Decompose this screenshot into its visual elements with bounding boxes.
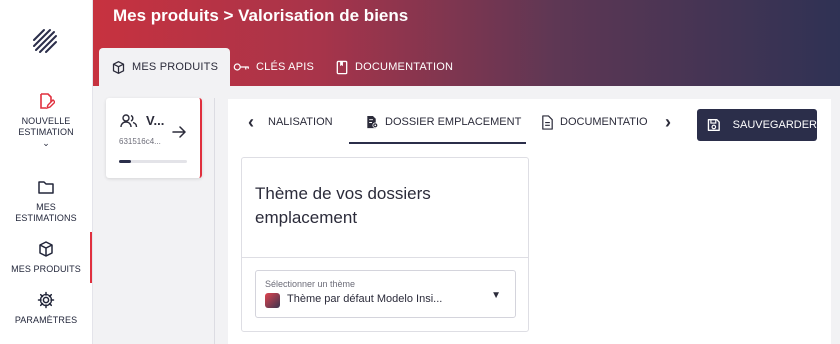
sidebar-item-label: PARAMÈTRES: [14, 315, 78, 325]
folder-icon: [38, 181, 54, 194]
product-progress-fill: [119, 160, 132, 163]
tab-mes-produits[interactable]: MES PRODUITS: [99, 48, 231, 86]
product-name: V...: [146, 113, 165, 128]
box-icon: [112, 60, 125, 74]
sidebar-item-nouvelle-estimation[interactable]: NOUVELLE ESTIMATION ⌄: [0, 92, 92, 148]
tab-personnalisation[interactable]: NALISATION: [268, 111, 338, 133]
sidebar-item-label: MES PRODUITS: [11, 264, 81, 274]
edit-doc-icon: [40, 93, 55, 110]
sidebar-item-parametres[interactable]: PARAMÈTRES: [0, 291, 92, 326]
tab-label: NALISATION: [268, 116, 333, 128]
tab-label: DOCUMENTATIO: [560, 116, 648, 128]
doc-icon: [542, 114, 553, 130]
divider: [214, 98, 215, 344]
sub-tabbar: ‹ NALISATION DOSSIER EMPLACEMENT DOCUMEN…: [228, 99, 688, 145]
sidebar-item-label: NOUVELLE: [21, 116, 71, 126]
active-indicator: [90, 232, 92, 283]
main-content: V... 631516c4... ‹ NALISATION DOSSIER EM…: [93, 86, 840, 344]
caret-down-icon: ▼: [491, 290, 501, 301]
save-icon: [707, 118, 720, 132]
product-panel: ‹ NALISATION DOSSIER EMPLACEMENT DOCUMEN…: [228, 99, 831, 344]
arrow-right-icon[interactable]: [172, 125, 186, 139]
doc-pin-icon: [367, 115, 379, 128]
chevron-left-icon[interactable]: ‹: [248, 112, 254, 133]
theme-card: Thème de vos dossiers emplacement Sélect…: [241, 157, 529, 332]
theme-card-title: Thème de vos dossiers emplacement: [255, 184, 431, 227]
product-progress: [119, 160, 187, 163]
gear-icon: [37, 291, 55, 309]
users-icon: [120, 114, 138, 128]
tab-label: CLÉS APIS: [256, 61, 315, 73]
active-tab-indicator: [349, 142, 526, 144]
sidebar-item-label: ESTIMATION: [18, 127, 74, 137]
chevron-right-icon[interactable]: ›: [665, 112, 671, 133]
theme-select-value: Thème par défaut Modelo Insi...: [287, 293, 443, 305]
tab-documentation[interactable]: DOCUMENTATION: [335, 48, 453, 86]
tab-documentation-produit[interactable]: DOCUMENTATIO: [541, 111, 657, 133]
page-header: Mes produits > Valorisation de biens MES…: [93, 0, 840, 86]
tab-label: DOSSIER EMPLACEMENT: [385, 116, 522, 128]
sidebar-item-mes-produits[interactable]: MES PRODUITS: [0, 240, 92, 275]
theme-select-label: Sélectionner un thème: [265, 279, 356, 289]
divider: [242, 257, 528, 258]
key-icon: [233, 63, 249, 71]
sidebar-item-label: MES: [36, 202, 56, 212]
sidebar: NOUVELLE ESTIMATION ⌄ MES ESTIMATIONS ME…: [0, 0, 93, 344]
tab-label: DOCUMENTATION: [355, 61, 454, 73]
box-icon: [39, 241, 53, 257]
sidebar-item-mes-estimations[interactable]: MES ESTIMATIONS: [0, 178, 92, 224]
chevron-down-icon: ⌄: [42, 138, 50, 148]
sidebar-item-label: ESTIMATIONS: [15, 213, 77, 223]
tab-cles-apis[interactable]: CLÉS APIS: [233, 48, 314, 86]
tab-dossier-emplacement[interactable]: DOSSIER EMPLACEMENT: [365, 111, 525, 133]
product-id: 631516c4...: [119, 137, 161, 146]
product-card[interactable]: V... 631516c4...: [106, 98, 202, 178]
tab-label: MES PRODUITS: [132, 61, 219, 73]
page-title: Mes produits > Valorisation de biens: [113, 6, 409, 25]
theme-select[interactable]: Sélectionner un thème Thème par défaut M…: [255, 270, 516, 318]
save-button[interactable]: SAUVEGARDER: [697, 109, 817, 141]
theme-color-swatch: [265, 293, 280, 308]
logo-icon[interactable]: [30, 26, 60, 56]
save-button-label: SAUVEGARDER: [732, 119, 817, 131]
book-icon: [336, 60, 348, 74]
